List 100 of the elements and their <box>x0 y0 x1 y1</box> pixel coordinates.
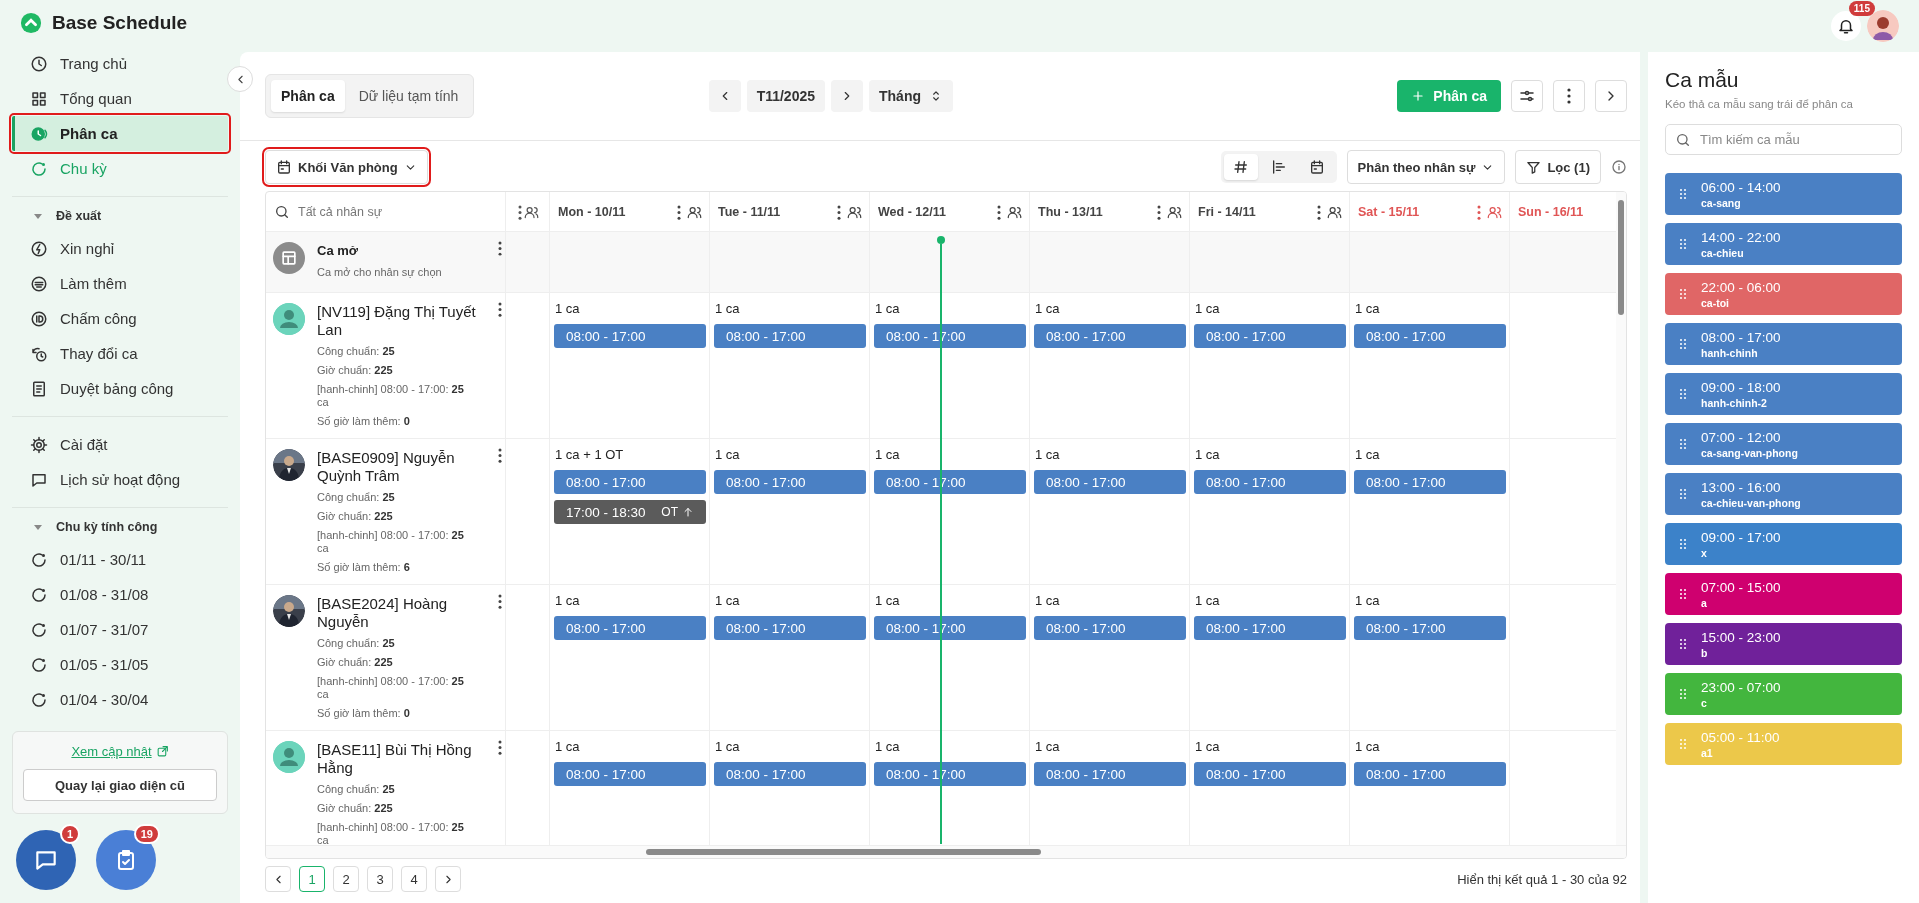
info-icon <box>1611 159 1627 175</box>
shift-chip[interactable]: 08:00 - 17:00 <box>874 470 1026 494</box>
shift-chip[interactable]: 08:00 - 17:00 <box>1354 470 1506 494</box>
arrow-up-icon <box>682 506 694 518</box>
tab[interactable]: Phân ca <box>271 80 345 112</box>
shift-chip[interactable]: 08:00 - 17:00 <box>554 616 706 640</box>
shift-chip[interactable]: 08:00 - 17:00 <box>554 762 706 786</box>
app-title: Base Schedule <box>52 12 188 34</box>
shift-count: 1 ca <box>554 301 581 316</box>
sidebar-item[interactable]: 01/04 - 30/04 <box>12 682 228 717</box>
add-shift-button[interactable]: Phân ca <box>1397 80 1501 112</box>
shift-chip[interactable]: 08:00 - 17:00 <box>714 324 866 348</box>
sidebar-item[interactable]: 01/05 - 31/05 <box>12 647 228 682</box>
more-button[interactable] <box>498 448 502 463</box>
shift-chip[interactable]: 08:00 - 17:00 <box>1354 762 1506 786</box>
page-button[interactable]: 4 <box>401 866 427 892</box>
legacy-ui-button[interactable]: Quay lại giao diện cũ <box>23 769 217 801</box>
more-button[interactable] <box>498 594 502 609</box>
shift-chip[interactable]: 08:00 - 17:00 <box>874 324 1026 348</box>
shift-chip[interactable]: 08:00 - 17:00 <box>1034 324 1186 348</box>
shift-chip[interactable]: 08:00 - 17:00 <box>1194 616 1346 640</box>
plus-icon <box>1411 89 1426 103</box>
shift-chip[interactable]: 08:00 - 17:00 <box>554 470 706 494</box>
shift-chip[interactable]: 08:00 - 17:00 <box>1034 470 1186 494</box>
chat-button[interactable] <box>16 830 76 890</box>
more-button[interactable] <box>498 302 502 317</box>
sidebar-item[interactable]: Phân ca <box>12 116 228 151</box>
tasks-button[interactable] <box>96 830 156 890</box>
shift-time: 07:00 - 15:00 <box>1701 579 1781 595</box>
group-by-dropdown[interactable]: Phân theo nhân sự <box>1346 150 1506 184</box>
department-dropdown[interactable]: Khối Văn phòng <box>265 150 428 184</box>
more-button[interactable] <box>498 740 502 755</box>
update-link[interactable]: Xem cập nhật <box>71 744 169 759</box>
shift-chip[interactable]: 08:00 - 17:00 <box>714 470 866 494</box>
shift-template-card[interactable]: 07:00 - 12:00 ca-sang-van-phong <box>1665 423 1902 465</box>
overtime-shift-chip[interactable]: 17:00 - 18:30 OT <box>554 500 706 524</box>
more-button[interactable] <box>498 241 502 256</box>
page-button[interactable]: 2 <box>333 866 359 892</box>
shift-chip[interactable]: 08:00 - 17:00 <box>874 616 1026 640</box>
search-field[interactable]: Tất cả nhân sự <box>296 204 480 220</box>
sidebar-item[interactable]: Xin nghỉ <box>12 231 228 266</box>
shift-chip[interactable]: 08:00 - 17:00 <box>714 762 866 786</box>
shift-chip[interactable]: 08:00 - 17:00 <box>1194 324 1346 348</box>
sidebar-item[interactable]: Chấm công <box>12 301 228 336</box>
sidebar-item[interactable]: Làm thêm <box>12 266 228 301</box>
shift-template-card[interactable]: 15:00 - 23:00 b <box>1665 623 1902 665</box>
sidebar-item[interactable]: Tổng quan <box>12 81 228 116</box>
external-link-icon <box>155 745 169 758</box>
info-button[interactable] <box>1611 159 1627 175</box>
sidebar-item[interactable]: Trang chủ <box>12 46 228 81</box>
shift-template-card[interactable]: 06:00 - 14:00 ca-sang <box>1665 173 1902 215</box>
shift-count: 1 ca <box>1034 447 1061 462</box>
shift-template-card[interactable]: 23:00 - 07:00 c <box>1665 673 1902 715</box>
day-header: Thu - 13/11 <box>1038 205 1104 219</box>
shift-template-card[interactable]: 14:00 - 22:00 ca-chieu <box>1665 223 1902 265</box>
gantt-icon <box>1270 159 1287 175</box>
shift-chip[interactable]: 08:00 - 17:00 <box>874 762 1026 786</box>
shift-chip[interactable]: 08:00 - 17:00 <box>1354 324 1506 348</box>
shift-template-card[interactable]: 22:00 - 06:00 ca-toi <box>1665 273 1902 315</box>
users-icon <box>847 204 862 220</box>
shift-template-card[interactable]: 07:00 - 15:00 a <box>1665 573 1902 615</box>
shift-chip[interactable]: 08:00 - 17:00 <box>554 324 706 348</box>
settings-button[interactable] <box>1511 80 1543 112</box>
sidebar-item[interactable]: Thay đổi ca <box>12 336 228 371</box>
sidebar-item[interactable]: 01/07 - 31/07 <box>12 612 228 647</box>
search-field[interactable]: Tìm kiếm ca mẫu <box>1665 124 1902 155</box>
shift-template-card[interactable]: 13:00 - 16:00 ca-chieu-van-phong <box>1665 473 1902 515</box>
view-toggle[interactable] <box>1223 154 1258 180</box>
notification-icon <box>1837 17 1855 35</box>
sidebar-item[interactable]: 01/08 - 31/08 <box>12 577 228 612</box>
shift-template-card[interactable]: 08:00 - 17:00 hanh-chinh <box>1665 323 1902 365</box>
period-button[interactable]: T11/2025 <box>746 80 825 112</box>
filter-button[interactable]: Lọc (1) <box>1515 150 1601 184</box>
range-dropdown[interactable]: Tháng <box>869 80 953 112</box>
sidebar-item[interactable]: 01/11 - 30/11 <box>12 542 228 577</box>
tab[interactable]: Dữ liệu tạm tính <box>348 80 469 112</box>
shift-code: ca-sang-van-phong <box>1701 446 1798 459</box>
page-button[interactable]: 3 <box>367 866 393 892</box>
sidebar-item[interactable]: Duyệt bảng công <box>12 371 228 406</box>
sidebar-item[interactable]: Cài đặt <box>12 427 228 462</box>
page-button[interactable]: 1 <box>299 866 325 892</box>
shift-chip[interactable]: 08:00 - 17:00 <box>1034 762 1186 786</box>
shift-chip[interactable]: 08:00 - 17:00 <box>1194 470 1346 494</box>
sidebar-item[interactable]: Lịch sử hoạt động <box>12 462 228 497</box>
shift-count: 1 ca <box>1354 447 1381 462</box>
shift-count: 1 ca <box>1034 739 1061 754</box>
shift-chip[interactable]: 08:00 - 17:00 <box>1354 616 1506 640</box>
scrollbar-thumb[interactable] <box>1618 200 1624 315</box>
user-avatar-icon[interactable] <box>1867 10 1899 42</box>
shift-chip[interactable]: 08:00 - 17:00 <box>1194 762 1346 786</box>
shift-chip[interactable]: 08:00 - 17:00 <box>714 616 866 640</box>
results-summary: Hiển thị kết quả 1 - 30 của 92 <box>1457 871 1627 887</box>
shift-chip[interactable]: 08:00 - 17:00 <box>1034 616 1186 640</box>
shift-template-card[interactable]: 09:00 - 17:00 x <box>1665 523 1902 565</box>
scrollbar-thumb[interactable] <box>646 849 1041 855</box>
shift-template-card[interactable]: 09:00 - 18:00 hanh-chinh-2 <box>1665 373 1902 415</box>
notification-button[interactable] <box>1831 11 1861 41</box>
shift-code: ca-chieu-van-phong <box>1701 496 1801 509</box>
sidebar-item[interactable]: Chu kỳ <box>12 151 228 186</box>
more-icon <box>1317 204 1321 220</box>
